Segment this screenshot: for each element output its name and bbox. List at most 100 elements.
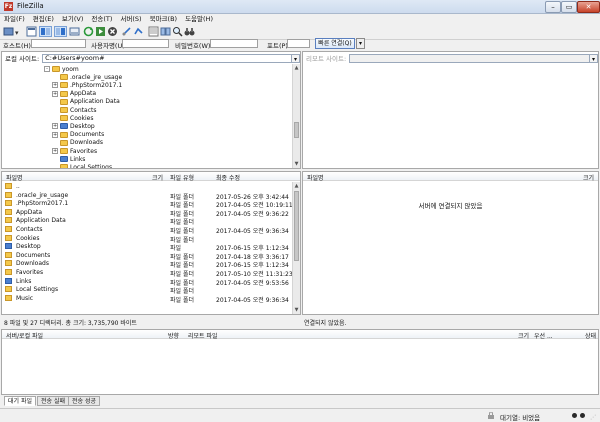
file-name: Documents	[16, 251, 51, 259]
folder-icon	[52, 66, 60, 72]
username-input[interactable]	[122, 39, 169, 48]
file-row[interactable]: Links 파일 폴더 2017-04-05 오전 9:53:56	[2, 277, 290, 287]
column-header-state[interactable]: 상태	[585, 331, 596, 340]
tree-node-label: Local Settings	[70, 163, 113, 168]
tree-node[interactable]: Links	[52, 155, 85, 163]
file-row[interactable]: Contacts 파일 폴더 2017-04-05 오전 9:36:34	[2, 226, 290, 235]
quickconnect-button[interactable]: 빠른 연결(Q)	[315, 38, 355, 49]
file-row[interactable]: AppData 파일 폴더 2017-04-05 오전 9:36:22	[2, 208, 290, 218]
process-queue-icon[interactable]	[95, 26, 106, 37]
file-row[interactable]: Application Data 파일 폴더	[2, 217, 290, 226]
tree-node[interactable]: + Documents	[52, 131, 104, 139]
file-row[interactable]: .oracle_jre_usage 파일 폴더 2017-05-26 오후 3:42…	[2, 191, 290, 201]
tree-node[interactable]: .oracle_jre_usage	[52, 73, 122, 81]
remote-site-path-input[interactable]	[349, 53, 590, 63]
tree-node[interactable]: + .PhpStorm2017.1	[52, 81, 122, 89]
tree-node[interactable]: Cookies	[52, 114, 94, 122]
host-input[interactable]	[31, 39, 86, 48]
quickconnect-dropdown-button[interactable]: ▾	[356, 38, 365, 49]
column-header-priority[interactable]: 우선 ...	[534, 331, 553, 340]
column-header-server-file[interactable]: 서버/로컬 파일	[6, 331, 43, 340]
site-manager-icon[interactable]: ▾	[3, 26, 21, 37]
file-row[interactable]: Music 파일 폴더 2017-04-05 오전 9:36:34	[2, 294, 290, 304]
column-header-direction[interactable]: 방향	[168, 331, 179, 340]
toggle-log-icon[interactable]	[26, 26, 37, 37]
remote-site-dropdown-button[interactable]: ▾	[590, 53, 598, 63]
expand-icon[interactable]: +	[52, 82, 58, 89]
toggle-remote-tree-icon[interactable]	[54, 26, 67, 37]
file-row[interactable]: Favorites 파일 폴더 2017-05-10 오전 11:31:23	[2, 269, 292, 278]
tab-queued-files[interactable]: 대기 파일	[4, 396, 36, 406]
local-tree-scrollbar[interactable]: ▲ ▼	[292, 64, 300, 168]
search-icon[interactable]	[172, 26, 183, 37]
binoculars-icon[interactable]	[184, 26, 195, 37]
file-row[interactable]: Cookies 파일 폴더	[2, 234, 290, 244]
menu-file[interactable]: 파일(F)	[0, 14, 29, 24]
tree-node[interactable]: Local Settings	[52, 163, 112, 168]
expand-icon[interactable]: +	[52, 123, 58, 130]
expand-icon[interactable]: +	[52, 148, 58, 154]
column-header-size[interactable]: 크기	[152, 173, 163, 182]
menu-help[interactable]: 도움말(H)	[181, 14, 217, 24]
local-site-path-input[interactable]: C:#Users#yoom#	[42, 53, 292, 63]
toggle-local-tree-icon[interactable]	[39, 26, 52, 37]
resize-grip-icon[interactable]: ⋰	[590, 414, 596, 421]
file-row[interactable]: Documents 파일 폴더 2017-04-18 오후 3:36:17	[2, 251, 290, 261]
maximize-button[interactable]: ▭	[561, 1, 577, 13]
folder-icon	[5, 294, 12, 301]
expand-icon[interactable]: +	[52, 90, 58, 97]
menu-view[interactable]: 보기(V)	[58, 14, 87, 24]
minimize-button[interactable]: –	[545, 1, 561, 13]
tree-node-label: yoom	[62, 65, 79, 73]
folder-icon	[60, 107, 68, 113]
file-name: Music	[16, 294, 34, 302]
remote-file-list: 파일명 크기 서버에 연결되지 않았음	[302, 171, 599, 315]
tree-node[interactable]: Application Data	[52, 98, 120, 106]
folder-icon	[5, 243, 12, 250]
reconnect-icon[interactable]	[133, 26, 144, 37]
tree-node[interactable]: Contacts	[52, 106, 96, 114]
collapse-icon[interactable]: -	[44, 66, 50, 72]
host-label: 호스트(H):	[3, 42, 34, 50]
file-row[interactable]: Downloads 파일 폴더 2017-06-15 오후 1:12:34	[2, 260, 290, 269]
local-site-dropdown-button[interactable]: ▾	[292, 53, 300, 63]
refresh-icon[interactable]	[83, 26, 94, 37]
menu-edit[interactable]: 편집(E)	[29, 14, 58, 24]
column-header-name[interactable]: 파일명	[307, 173, 324, 182]
toolbar: ▾	[0, 25, 600, 40]
menu-server[interactable]: 서버(S)	[116, 14, 145, 24]
toggle-queue-icon[interactable]	[69, 26, 80, 37]
column-header-size[interactable]: 크기	[583, 173, 594, 182]
column-header-modified[interactable]: 최종 수정	[216, 173, 240, 182]
column-header-type[interactable]: 파일 유형	[170, 173, 194, 182]
file-row[interactable]: .PhpStorm2017.1 파일 폴더 2017-04-05 오전 10:19:…	[2, 200, 292, 209]
password-input[interactable]	[210, 39, 258, 48]
file-row[interactable]: Desktop 파일 2017-06-15 오후 1:12:34	[2, 243, 290, 252]
port-input[interactable]	[287, 39, 310, 48]
tree-node[interactable]: + Favorites	[52, 147, 97, 155]
tree-node[interactable]: Downloads	[52, 139, 103, 147]
tree-node[interactable]: - yoom	[44, 65, 79, 73]
column-header-remote-file[interactable]: 리모트 파일	[188, 331, 218, 340]
file-row[interactable]: ..	[2, 183, 290, 192]
folder-icon	[60, 123, 68, 130]
cancel-icon[interactable]	[107, 26, 118, 37]
sync-browsing-icon[interactable]	[160, 26, 171, 37]
tree-node[interactable]: + Desktop	[52, 122, 95, 130]
directory-listing-filter-icon[interactable]	[148, 26, 159, 37]
menu-transfer[interactable]: 전송(T)	[87, 14, 116, 24]
expand-icon[interactable]: +	[52, 131, 58, 138]
tab-failed-transfers[interactable]: 전송 실패	[37, 396, 69, 406]
menu-bookmarks[interactable]: 북마크(B)	[146, 14, 181, 24]
close-button[interactable]: ✕	[577, 1, 600, 13]
local-list-scrollbar[interactable]: ▲ ▼	[292, 182, 300, 314]
tree-node[interactable]: + AppData	[52, 90, 96, 98]
column-header-name[interactable]: 파일명	[6, 173, 23, 182]
tab-successful-transfers[interactable]: 전송 성공	[68, 396, 100, 406]
disconnect-icon[interactable]	[121, 26, 132, 37]
file-row[interactable]: Local Settings 파일 폴더	[2, 286, 290, 295]
column-header-size[interactable]: 크기	[518, 331, 529, 340]
folder-icon	[60, 82, 68, 89]
local-list-header: 파일명 크기 파일 유형 최종 수정	[2, 172, 300, 182]
